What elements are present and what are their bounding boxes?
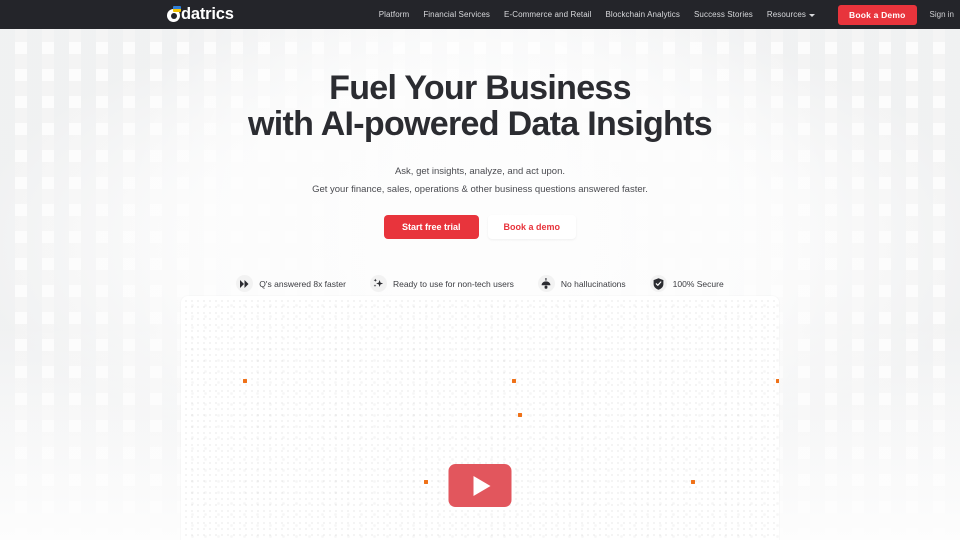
signin-link[interactable]: Sign in bbox=[930, 10, 954, 19]
site-header: datrics Platform Financial Services E-Co… bbox=[0, 0, 960, 29]
datrics-circle-logo-icon bbox=[167, 6, 182, 22]
nav-item-label: Platform bbox=[378, 10, 410, 19]
hero-subtitle-line-2: Get your finance, sales, operations & ot… bbox=[312, 183, 648, 195]
mushroom-icon bbox=[537, 275, 555, 293]
book-demo-button[interactable]: Book a Demo bbox=[837, 4, 917, 25]
logo-text: datrics bbox=[181, 5, 234, 24]
nav-item-label: Financial Services bbox=[423, 10, 491, 19]
shield-check-icon bbox=[649, 275, 667, 293]
badge-label: No hallucinations bbox=[560, 278, 626, 289]
nav-item-blockchain-analytics[interactable]: Blockchain Analytics bbox=[606, 10, 680, 19]
header-actions: Book a Demo Sign in bbox=[837, 4, 954, 25]
accent-dot bbox=[518, 413, 522, 417]
nav-item-success-stories[interactable]: Success Stories bbox=[694, 10, 753, 19]
nav-item-label: Resources bbox=[766, 10, 806, 19]
accent-dot bbox=[776, 379, 779, 383]
accent-dot bbox=[424, 480, 428, 484]
nav-item-platform[interactable]: Platform bbox=[379, 10, 410, 19]
badge-label: 100% Secure bbox=[672, 278, 724, 289]
nav-item-label: Success Stories bbox=[693, 10, 753, 19]
nav-item-financial-services[interactable]: Financial Services bbox=[423, 10, 490, 19]
nav-item-label: Blockchain Analytics bbox=[605, 10, 680, 19]
book-a-demo-button[interactable]: Book a demo bbox=[487, 215, 577, 240]
video-player-card[interactable] bbox=[181, 296, 779, 540]
badge-label: Q's answered 8x faster bbox=[259, 278, 346, 289]
nav-item-ecommerce-and-retail[interactable]: E-Commerce and Retail bbox=[504, 10, 591, 19]
play-button[interactable] bbox=[448, 464, 512, 507]
badge-label: Ready to use for non-tech users bbox=[392, 278, 514, 289]
main-navigation: Platform Financial Services E-Commerce a… bbox=[379, 10, 815, 19]
feature-badges: Q's answered 8x faster Ready to use for … bbox=[236, 275, 724, 293]
page-title: Fuel Your Business with AI-powered Data … bbox=[248, 69, 713, 144]
hero-subtitle-line-1: Ask, get insights, analyze, and act upon… bbox=[394, 166, 566, 178]
accent-dot bbox=[691, 480, 695, 484]
play-triangle-icon bbox=[473, 475, 491, 496]
fast-forward-icon bbox=[236, 275, 254, 293]
badge-speed: Q's answered 8x faster bbox=[236, 275, 346, 293]
hero-section: Fuel Your Business with AI-powered Data … bbox=[0, 29, 960, 293]
hero-title-line-1: Fuel Your Business bbox=[329, 69, 631, 107]
start-free-trial-button[interactable]: Start free trial bbox=[383, 215, 479, 240]
badge-no-hallucinations: No hallucinations bbox=[537, 275, 626, 293]
hero-subtitle: Ask, get insights, analyze, and act upon… bbox=[312, 163, 648, 198]
chevron-down-icon bbox=[808, 13, 815, 17]
cta-button-row: Start free trial Book a demo bbox=[383, 215, 577, 240]
logo[interactable]: datrics bbox=[167, 6, 234, 23]
accent-dot bbox=[243, 379, 247, 383]
badge-non-tech: Ready to use for non-tech users bbox=[369, 275, 514, 293]
nav-item-label: E-Commerce and Retail bbox=[504, 10, 592, 19]
badge-secure: 100% Secure bbox=[649, 275, 724, 293]
sparkles-icon bbox=[369, 275, 387, 293]
nav-item-resources[interactable]: Resources bbox=[767, 10, 815, 19]
hero-title-line-2: with AI-powered Data Insights bbox=[248, 105, 713, 144]
accent-dot bbox=[512, 379, 516, 383]
